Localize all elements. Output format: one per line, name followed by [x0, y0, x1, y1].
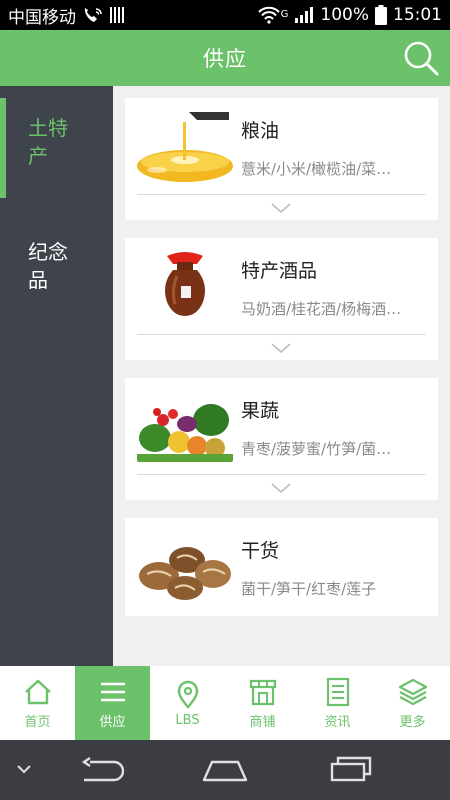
search-icon[interactable] [402, 39, 440, 77]
tab-label: LBS [175, 712, 200, 728]
tab-label: 首页 [24, 714, 51, 730]
tab-news[interactable]: 资讯 [300, 666, 375, 740]
battery-percent: 100% [320, 5, 369, 25]
sidebar-item-label: 纪念品 [28, 240, 68, 292]
cooking-oil-image [137, 110, 233, 182]
card-subtitle: 青枣/菠萝蜜/竹笋/菌… [241, 440, 392, 458]
card-title: 特产酒品 [241, 260, 318, 282]
list-item-specialty-wine[interactable]: 特产酒品 马奶酒/桂花酒/杨梅酒… [125, 238, 438, 360]
tab-label: 商铺 [249, 714, 276, 730]
store-icon [249, 679, 276, 705]
chevron-down-icon[interactable] [271, 342, 291, 354]
tab-more[interactable]: 更多 [375, 666, 450, 740]
sidebar-item-label: 土特产 [28, 116, 68, 168]
document-icon [326, 677, 349, 706]
chevron-down-icon[interactable] [271, 482, 291, 494]
divider [137, 474, 426, 475]
list-item-fruits-vegetables[interactable]: 果蔬 青枣/菠萝蜜/竹笋/菌… [125, 378, 438, 500]
card-title: 果蔬 [241, 400, 280, 422]
chevron-down-icon[interactable] [16, 764, 32, 774]
layers-icon [398, 678, 427, 705]
card-title: 干货 [241, 540, 280, 562]
list-item-grain-oil[interactable]: 粮油 薏米/小米/橄榄油/菜… [125, 98, 438, 220]
home-button-icon[interactable] [200, 756, 250, 784]
category-list: 粮油 薏米/小米/橄榄油/菜… 特产酒品 马奶酒/桂花酒/杨梅酒… 果蔬 青枣/… [113, 86, 450, 666]
tab-label: 资讯 [324, 714, 351, 730]
tab-label: 更多 [399, 714, 426, 730]
barcode-icon [110, 7, 124, 23]
signal-type: G [280, 9, 289, 20]
battery-icon [375, 5, 387, 25]
status-bar: 中国移动 G 100% 15:01 [0, 0, 450, 30]
sidebar-item-local-specialty[interactable]: 土特产 [0, 86, 113, 198]
wifi-icon [257, 6, 280, 24]
fruits-vegetables-image [137, 390, 233, 462]
card-subtitle: 薏米/小米/橄榄油/菜… [241, 160, 392, 178]
category-sidebar: 土特产 纪念品 [0, 86, 113, 666]
system-nav-bar [0, 740, 450, 800]
call-icon [84, 8, 102, 22]
back-icon[interactable] [78, 756, 124, 784]
chevron-down-icon[interactable] [271, 202, 291, 214]
tab-supply[interactable]: 供应 [75, 666, 150, 740]
tab-home[interactable]: 首页 [0, 666, 75, 740]
sidebar-item-souvenir[interactable]: 纪念品 [0, 210, 113, 322]
location-pin-icon [177, 680, 198, 709]
card-subtitle: 马奶酒/桂花酒/杨梅酒… [241, 300, 402, 318]
wine-jar-image [137, 250, 233, 322]
signal-icon [295, 7, 314, 23]
list-item-dried-goods[interactable]: 干货 菌干/笋干/红枣/莲子 [125, 518, 438, 616]
divider [137, 194, 426, 195]
menu-icon [100, 682, 125, 701]
tab-lbs[interactable]: LBS [150, 666, 225, 740]
page-title: 供应 [203, 47, 247, 71]
app-header: 供应 [0, 30, 450, 86]
dried-mushrooms-image [137, 530, 233, 602]
recent-apps-icon[interactable] [328, 754, 374, 784]
divider [137, 334, 426, 335]
card-subtitle: 菌干/笋干/红枣/莲子 [241, 580, 377, 598]
carrier-name: 中国移动 [8, 7, 76, 28]
card-title: 粮油 [241, 120, 280, 142]
clock: 15:01 [393, 5, 442, 25]
home-icon [24, 679, 51, 704]
bottom-tab-bar: 首页 供应 LBS 商铺 资讯 更多 [0, 666, 450, 740]
tab-label: 供应 [99, 714, 126, 730]
tab-stores[interactable]: 商铺 [225, 666, 300, 740]
